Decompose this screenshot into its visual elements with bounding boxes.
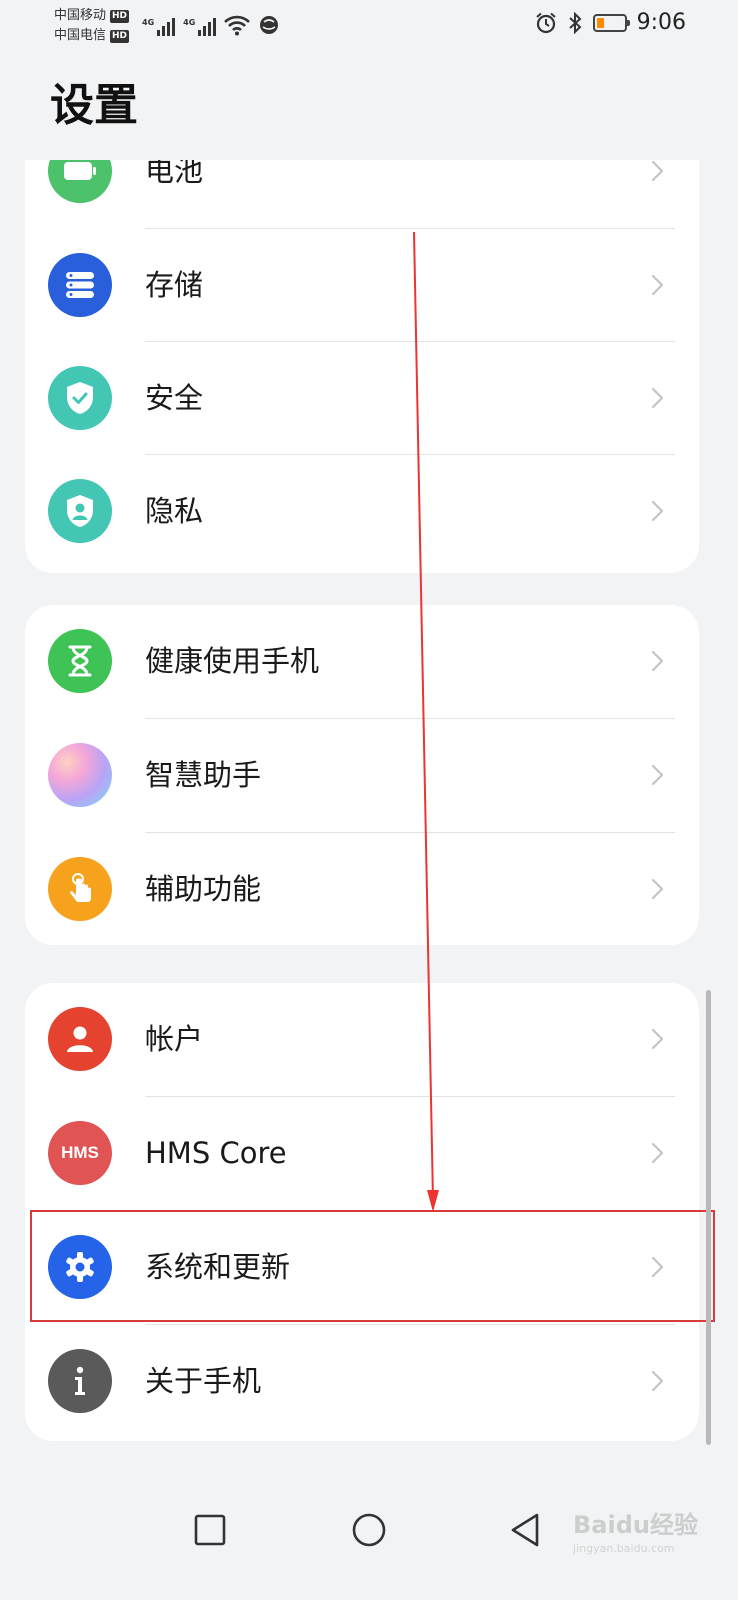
settings-group-2: 健康使用手机 智慧助手 辅助功能	[25, 605, 699, 945]
network-type: 4G	[142, 18, 155, 27]
hms-icon: HMS	[48, 1121, 112, 1185]
privacy-shield-icon	[48, 479, 112, 543]
settings-item-label: 帐户	[145, 1022, 204, 1056]
chevron-right-icon	[651, 878, 664, 900]
hd-badge: HD	[110, 9, 130, 23]
wifi-icon	[224, 15, 251, 36]
settings-item-label: 辅助功能	[145, 872, 262, 906]
settings-item-label: 关于手机	[145, 1364, 262, 1398]
gear-icon	[48, 1235, 112, 1299]
hand-touch-icon	[48, 857, 112, 921]
chevron-right-icon	[651, 500, 664, 522]
status-right: 9:06	[535, 10, 686, 35]
settings-group-3: 帐户 HMS HMS Core 系统和更新 关于手机	[25, 983, 699, 1441]
settings-item-account[interactable]: 帐户	[25, 983, 699, 1096]
chevron-right-icon	[651, 1256, 664, 1278]
assistant-orb-icon	[48, 743, 112, 807]
carrier-2: 中国电信	[54, 28, 107, 43]
watermark-text: Baidu经验	[573, 1511, 698, 1539]
settings-item-privacy[interactable]: 隐私	[25, 455, 699, 568]
settings-item-system-update[interactable]: 系统和更新	[25, 1211, 699, 1324]
settings-item-label: 存储	[145, 268, 204, 302]
hms-icon-text: HMS	[61, 1143, 99, 1162]
settings-item-about-phone[interactable]: 关于手机	[25, 1325, 699, 1438]
back-button[interactable]	[505, 1510, 545, 1550]
alarm-icon	[535, 12, 556, 33]
battery-icon	[48, 160, 112, 203]
settings-item-label: 系统和更新	[145, 1250, 291, 1284]
chevron-right-icon	[651, 1370, 664, 1392]
carrier-1: 中国移动	[54, 8, 107, 23]
chevron-right-icon	[651, 160, 664, 182]
bluetooth-icon	[568, 11, 582, 34]
watermark: Baidu经验 jingyan.baidu.com	[573, 1505, 698, 1555]
chevron-right-icon	[651, 1142, 664, 1164]
settings-item-storage[interactable]: 存储	[25, 229, 699, 342]
watermark-sub: jingyan.baidu.com	[573, 1542, 675, 1555]
settings-item-hms-core[interactable]: HMS HMS Core	[25, 1097, 699, 1210]
settings-item-label: 安全	[145, 381, 204, 415]
signal-icon: 4G	[142, 18, 176, 36]
chevron-right-icon	[651, 274, 664, 296]
chevron-right-icon	[651, 650, 664, 672]
battery-indicator	[592, 13, 630, 32]
recents-button[interactable]	[190, 1510, 230, 1550]
user-icon	[48, 1007, 112, 1071]
settings-item-security[interactable]: 安全	[25, 342, 699, 455]
chevron-right-icon	[651, 387, 664, 409]
vpn-globe-icon	[260, 16, 279, 34]
settings-group-1: 电池 存储 安全 隐私	[25, 160, 699, 573]
scrollbar[interactable]	[706, 990, 711, 1445]
settings-item-smart-assistant[interactable]: 智慧助手	[25, 719, 699, 832]
settings-item-accessibility[interactable]: 辅助功能	[25, 833, 699, 945]
storage-icon	[48, 253, 112, 317]
settings-item-label: 健康使用手机	[145, 644, 320, 678]
square-icon	[194, 1514, 226, 1546]
chevron-right-icon	[651, 1028, 664, 1050]
shield-check-icon	[48, 366, 112, 430]
settings-item-label: 智慧助手	[145, 758, 262, 792]
status-bar: 中国移动 HD 中国电信 HD 4G 4G 9:06	[0, 0, 738, 48]
signal-icons: 4G 4G	[142, 10, 280, 36]
settings-item-battery[interactable]: 电池	[25, 160, 699, 228]
network-type: 4G	[183, 18, 196, 27]
circle-icon	[352, 1513, 386, 1547]
settings-item-label: HMS Core	[145, 1136, 287, 1170]
signal-icon: 4G	[183, 18, 217, 36]
carrier-info: 中国移动 HD 中国电信 HD	[54, 6, 130, 46]
settings-item-label: 电池	[145, 160, 204, 188]
hourglass-icon	[48, 629, 112, 693]
triangle-back-icon	[511, 1513, 539, 1547]
battery-fill	[596, 17, 604, 28]
home-button[interactable]	[349, 1510, 389, 1550]
settings-item-digital-balance[interactable]: 健康使用手机	[25, 605, 699, 718]
page-title: 设置	[50, 80, 138, 131]
info-icon	[48, 1349, 112, 1413]
chevron-right-icon	[651, 764, 664, 786]
settings-item-label: 隐私	[145, 494, 204, 528]
hd-badge: HD	[110, 29, 130, 43]
clock: 9:06	[636, 10, 686, 35]
